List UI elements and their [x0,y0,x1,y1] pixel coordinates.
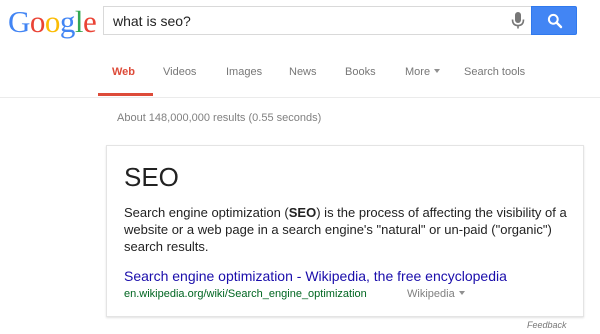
active-tab-indicator [98,93,153,96]
search-header: Google Web Videos Images News Books More… [0,0,600,98]
tab-more[interactable]: More [405,66,441,78]
microphone-icon[interactable] [511,12,525,30]
answer-source-label: Wikipedia [407,288,455,300]
chevron-down-icon [434,69,441,73]
result-stats: About 148,000,000 results (0.55 seconds) [117,112,322,124]
tab-news[interactable]: News [289,66,317,78]
answer-description: Search engine optimization (SEO) is the … [124,204,572,255]
google-logo[interactable]: Google [8,2,97,42]
search-input[interactable] [113,12,493,30]
chevron-down-icon [458,291,465,295]
tab-web[interactable]: Web [112,66,135,78]
magnifier-icon [547,13,563,29]
description-start: Search engine optimization ( [124,205,289,220]
tab-videos[interactable]: Videos [163,66,196,78]
answer-source-link[interactable]: Search engine optimization - Wikipedia, … [124,268,507,284]
answer-source-dropdown[interactable]: Wikipedia [407,288,465,300]
answer-url-row: en.wikipedia.org/wiki/Search_engine_opti… [124,288,465,300]
description-bold-term: SEO [288,205,317,220]
tab-search-tools[interactable]: Search tools [464,66,525,78]
search-button[interactable] [531,6,577,35]
tab-more-label: More [405,66,431,78]
answer-card: SEO Search engine optimization (SEO) is … [106,145,584,317]
feedback-link[interactable]: Feedback [527,320,567,330]
tab-images[interactable]: Images [226,66,262,78]
tab-books[interactable]: Books [345,66,376,78]
search-box [103,6,531,35]
answer-title: SEO [124,162,179,192]
answer-url: en.wikipedia.org/wiki/Search_engine_opti… [124,288,367,300]
